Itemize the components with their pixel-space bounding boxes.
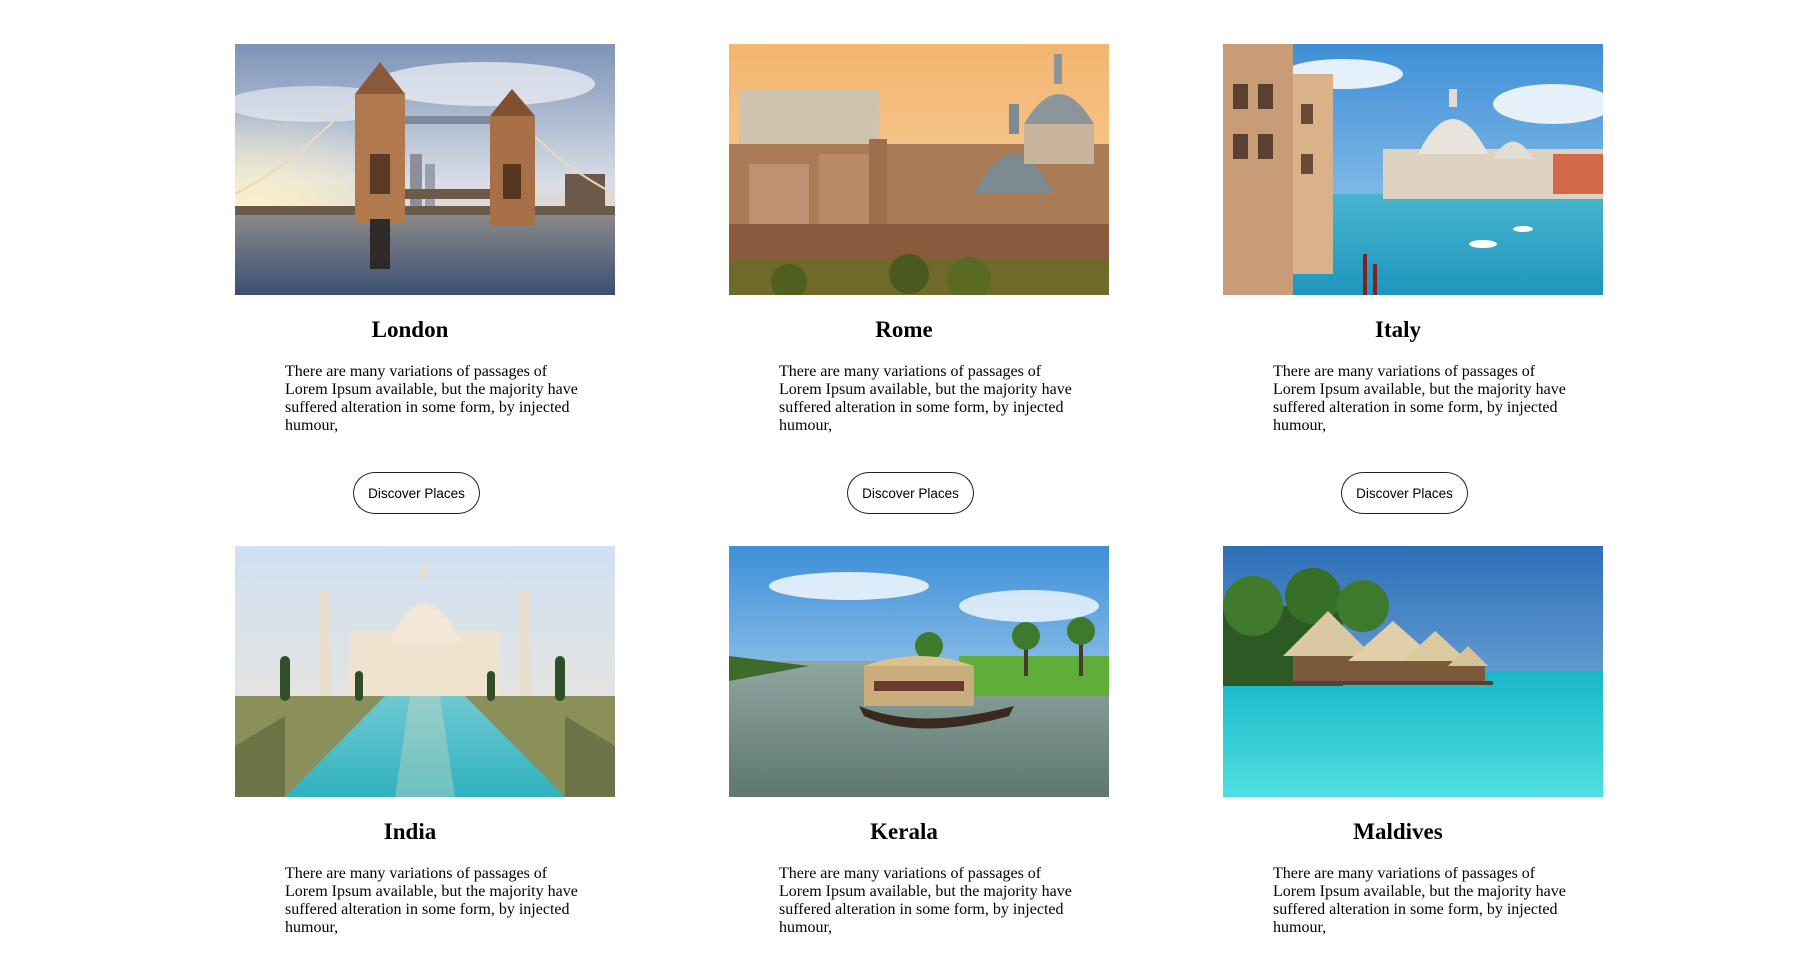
india-photo <box>235 546 615 797</box>
destination-description: There are many variations of passages of… <box>285 363 578 434</box>
destination-title: India <box>383 819 437 844</box>
discover-places-button[interactable]: Discover Places <box>847 472 974 514</box>
destination-title: Maldives <box>1353 819 1443 844</box>
rome-photo <box>729 44 1109 295</box>
destination-description: There are many variations of passages of… <box>779 363 1072 434</box>
destination-description: There are many variations of passages of… <box>1273 865 1566 936</box>
destination-title: London <box>371 317 449 342</box>
london-photo <box>235 44 615 295</box>
destination-description: There are many variations of passages of… <box>1273 363 1566 434</box>
discover-places-button[interactable]: Discover Places <box>1341 472 1468 514</box>
maldives-photo <box>1223 546 1603 797</box>
destination-title: Italy <box>1375 317 1421 342</box>
discover-places-button[interactable]: Discover Places <box>353 472 480 514</box>
kerala-photo <box>729 546 1109 797</box>
italy-photo <box>1223 44 1603 295</box>
destination-description: There are many variations of passages of… <box>285 865 578 936</box>
destination-title: Kerala <box>870 819 938 844</box>
destination-title: Rome <box>875 317 933 342</box>
destination-description: There are many variations of passages of… <box>779 865 1072 936</box>
